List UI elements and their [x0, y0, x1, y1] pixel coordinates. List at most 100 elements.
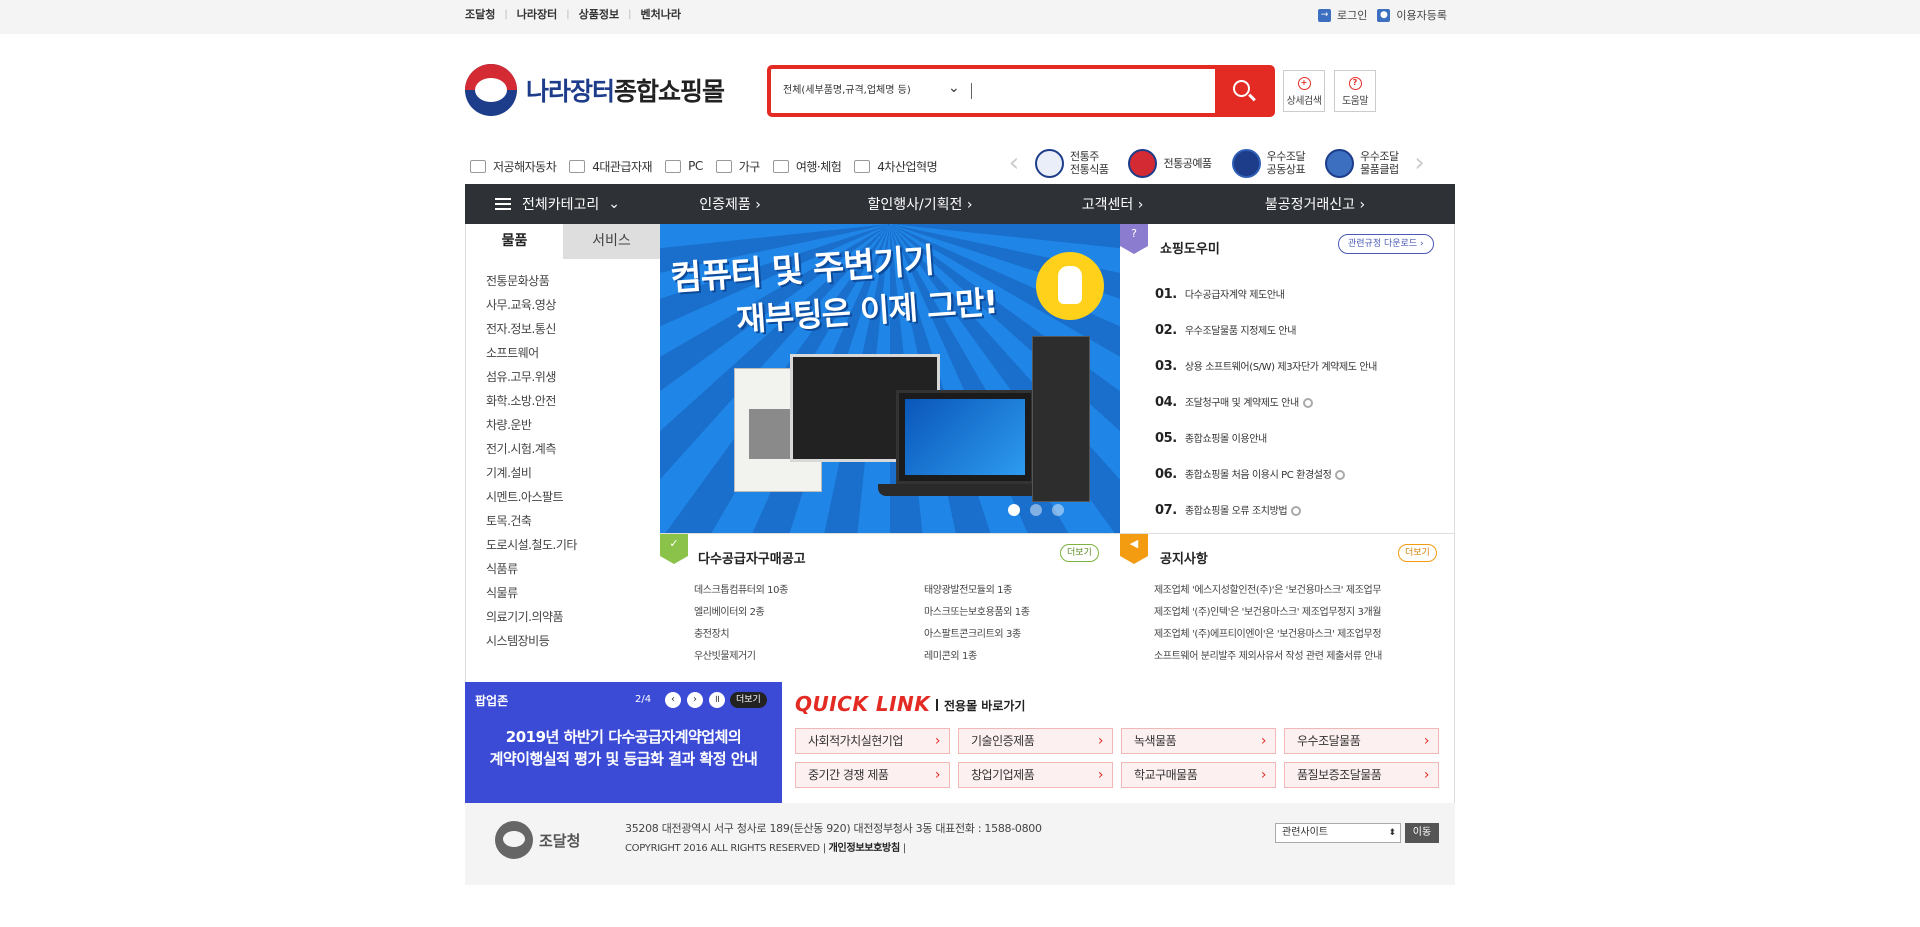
- quick-link-button[interactable]: 학교구매물품: [1121, 762, 1276, 788]
- pause-icon[interactable]: ॥: [709, 692, 725, 708]
- site-logo[interactable]: 나라장터 종합쇼핑몰: [465, 64, 725, 116]
- helper-item[interactable]: 04. 조달청구매 및 계약제도 안내: [1155, 385, 1377, 421]
- notice-more-button[interactable]: 더보기: [1398, 544, 1437, 562]
- category-item[interactable]: 사무.교육.영상: [486, 293, 660, 317]
- quick-link-button[interactable]: 기술인증제품: [958, 728, 1113, 754]
- chevron-left-icon[interactable]: ‹: [1003, 148, 1025, 178]
- helper-item[interactable]: 05. 종합쇼핑몰 이용안내: [1155, 421, 1377, 457]
- bulk-more-button[interactable]: 더보기: [1060, 544, 1099, 562]
- search-input[interactable]: [977, 75, 1177, 107]
- nav-certified-products[interactable]: 인증제품 ›: [630, 194, 830, 214]
- chevron-right-icon[interactable]: ›: [1409, 148, 1431, 178]
- category-item[interactable]: 시스템장비등: [486, 629, 660, 653]
- notice-item[interactable]: 소프트웨어 분리발주 제외사유서 작성 관련 제출서류 안내: [1154, 646, 1444, 668]
- chevron-down-icon[interactable]: ⌄: [948, 80, 960, 96]
- category-item[interactable]: 전자.정보.통신: [486, 317, 660, 341]
- all-categories-menu[interactable]: 전체카테고리 ⌄: [465, 194, 630, 214]
- banner-dot[interactable]: [1030, 504, 1042, 516]
- tab-services[interactable]: 서비스: [563, 224, 660, 259]
- quick-cat-industry4[interactable]: 4차산업혁명: [854, 158, 938, 175]
- quick-cat-travel[interactable]: 여행·체험: [772, 158, 842, 175]
- nav-customer-center[interactable]: 고객센터 ›: [1010, 194, 1215, 214]
- notice-item[interactable]: 제조업체 '(주)인텍'은 '보건용마스크' 제조업무정지 3개월: [1154, 602, 1444, 624]
- search-scope-select[interactable]: 전체(세부품명,규격,업체명 등): [783, 69, 911, 113]
- separator: |: [628, 8, 632, 20]
- top-link-venture[interactable]: 벤처나라: [640, 6, 680, 22]
- notice-item[interactable]: 제조업체 '(주)에프티이엔이'은 '보건용마스크' 제조업무정: [1154, 624, 1444, 646]
- helper-item[interactable]: 01. 다수공급자계약 제도안내: [1155, 277, 1377, 313]
- helper-list: 01. 다수공급자계약 제도안내 02. 우수조달물품 지정제도 안내 03. 상용 소프…: [1155, 277, 1377, 529]
- special-traditional-liquor[interactable]: 전통주 전통식품: [1035, 148, 1109, 178]
- popup-more-button[interactable]: 더보기: [730, 692, 767, 708]
- register-link[interactable]: ● 이용자등록: [1377, 7, 1447, 23]
- bulk-purchase-item[interactable]: 레미콘외 1종: [924, 646, 1114, 668]
- detail-search-label: 상세검색: [1286, 96, 1322, 107]
- bulk-purchase-item[interactable]: 우산빗물제거기: [694, 646, 924, 668]
- helper-item[interactable]: 06. 종합쇼핑몰 처음 이용시 PC 환경설정: [1155, 457, 1377, 493]
- bulk-purchase-item[interactable]: 마스크또는보호용품외 1종: [924, 602, 1114, 624]
- category-item[interactable]: 도로시설.철도.기타: [486, 533, 660, 557]
- category-item[interactable]: 토목.건축: [486, 509, 660, 533]
- special-excellent-brand[interactable]: 우수조달 공동상표: [1231, 148, 1306, 178]
- prev-icon[interactable]: ‹: [665, 692, 681, 708]
- quick-link-button[interactable]: 품질보증조달물품: [1284, 762, 1439, 788]
- quick-cat-materials[interactable]: 4대관급자재: [569, 158, 653, 175]
- next-icon[interactable]: ›: [687, 692, 703, 708]
- category-item[interactable]: 시멘트.아스팔트: [486, 485, 660, 509]
- quick-category-bar: 저공해자동차 4대관급자재 PC 가구 여행·체험 4차산업혁명: [470, 155, 950, 177]
- help-button[interactable]: ? 도움말: [1334, 70, 1376, 112]
- chevron-down-icon: ⌄: [608, 196, 621, 212]
- helper-item[interactable]: 03. 상용 소프트웨어(S/W) 제3자단가 계약제도 안내: [1155, 349, 1377, 385]
- category-item[interactable]: 의료기기.의약품: [486, 605, 660, 629]
- quick-link-button[interactable]: 중기간 경쟁 제품: [795, 762, 950, 788]
- main-banner[interactable]: 컴퓨터 및 주변기기 재부팅은 이제 그만!: [660, 224, 1120, 533]
- bulk-purchase-item[interactable]: 데스크톱컴퓨터외 10종: [694, 580, 924, 602]
- bulk-purchase-item[interactable]: 태양광발전모듈외 1종: [924, 580, 1114, 602]
- related-sites-select[interactable]: 관련사이트: [1275, 823, 1401, 843]
- category-item[interactable]: 전기.시험.계측: [486, 437, 660, 461]
- quick-link-button[interactable]: 사회적가치실현기업: [795, 728, 950, 754]
- helper-item[interactable]: 02. 우수조달물품 지정제도 안내: [1155, 313, 1377, 349]
- login-link[interactable]: → 로그인: [1318, 7, 1367, 23]
- tab-goods[interactable]: 물품: [466, 224, 563, 259]
- quick-cat-furniture[interactable]: 가구: [715, 158, 760, 175]
- bulk-purchase-item[interactable]: 엘리베이터외 2종: [694, 602, 924, 624]
- regulation-download-button[interactable]: 관련규정 다운로드 ›: [1338, 234, 1434, 254]
- bulk-purchase-item[interactable]: 충전장치: [694, 624, 924, 646]
- nav-label: 할인행사/기획전: [867, 197, 963, 213]
- bulk-purchase-item[interactable]: 아스팔트콘크리트외 3종: [924, 624, 1114, 646]
- quick-link-button[interactable]: 창업기업제품: [958, 762, 1113, 788]
- top-link-pps[interactable]: 조달청: [465, 6, 495, 22]
- category-item[interactable]: 전통문화상품: [486, 269, 660, 293]
- banner-dot[interactable]: [1052, 504, 1064, 516]
- helper-item[interactable]: 07. 종합쇼핑몰 오류 조치방법: [1155, 493, 1377, 529]
- go-button[interactable]: 이동: [1405, 823, 1439, 843]
- category-item[interactable]: 식물류: [486, 581, 660, 605]
- category-item[interactable]: 소프트웨어: [486, 341, 660, 365]
- category-item[interactable]: 화학.소방.안전: [486, 389, 660, 413]
- top-link-product-info[interactable]: 상품정보: [579, 6, 619, 22]
- traditional-food-badge-icon: [1035, 148, 1064, 178]
- search-button[interactable]: [1215, 69, 1271, 113]
- popup-zone[interactable]: 팝업존 2/4 ‹ › ॥ 더보기 2019년 하반기 다수공급자계약업체의 계…: [465, 682, 782, 803]
- category-item[interactable]: 식품류: [486, 557, 660, 581]
- top-link-narajangteo[interactable]: 나라장터: [517, 6, 557, 22]
- banner-dot[interactable]: [1008, 504, 1020, 516]
- privacy-policy-link[interactable]: 개인정보보호방침: [829, 843, 901, 854]
- taegeuk-emblem-icon: [465, 64, 517, 116]
- special-shops-carousel: ‹ 전통주 전통식품 전통공예품 우수조달 공동상표 우수조달 물품클럽 ›: [1003, 145, 1431, 181]
- quick-link-button[interactable]: 녹색물품: [1121, 728, 1276, 754]
- special-traditional-craft[interactable]: 전통공예품: [1128, 148, 1212, 178]
- quick-cat-lowemission-car[interactable]: 저공해자동차: [470, 158, 557, 175]
- quick-cat-pc[interactable]: PC: [665, 159, 703, 173]
- nav-unfair-report[interactable]: 불공정거래신고 ›: [1215, 194, 1415, 214]
- notice-item[interactable]: 제조업체 '에스지성할인전(주)'은 '보건용마스크' 제조업무: [1154, 580, 1444, 602]
- category-item[interactable]: 기계.설비: [486, 461, 660, 485]
- detail-search-button[interactable]: + 상세검색: [1283, 70, 1325, 112]
- nav-events[interactable]: 할인행사/기획전 ›: [830, 194, 1010, 214]
- category-item[interactable]: 차량.운반: [486, 413, 660, 437]
- category-tabs: 물품 서비스: [466, 224, 660, 259]
- quick-link-button[interactable]: 우수조달물품: [1284, 728, 1439, 754]
- special-excellent-club[interactable]: 우수조달 물품클럽: [1325, 148, 1399, 178]
- category-item[interactable]: 섬유.고무.위생: [486, 365, 660, 389]
